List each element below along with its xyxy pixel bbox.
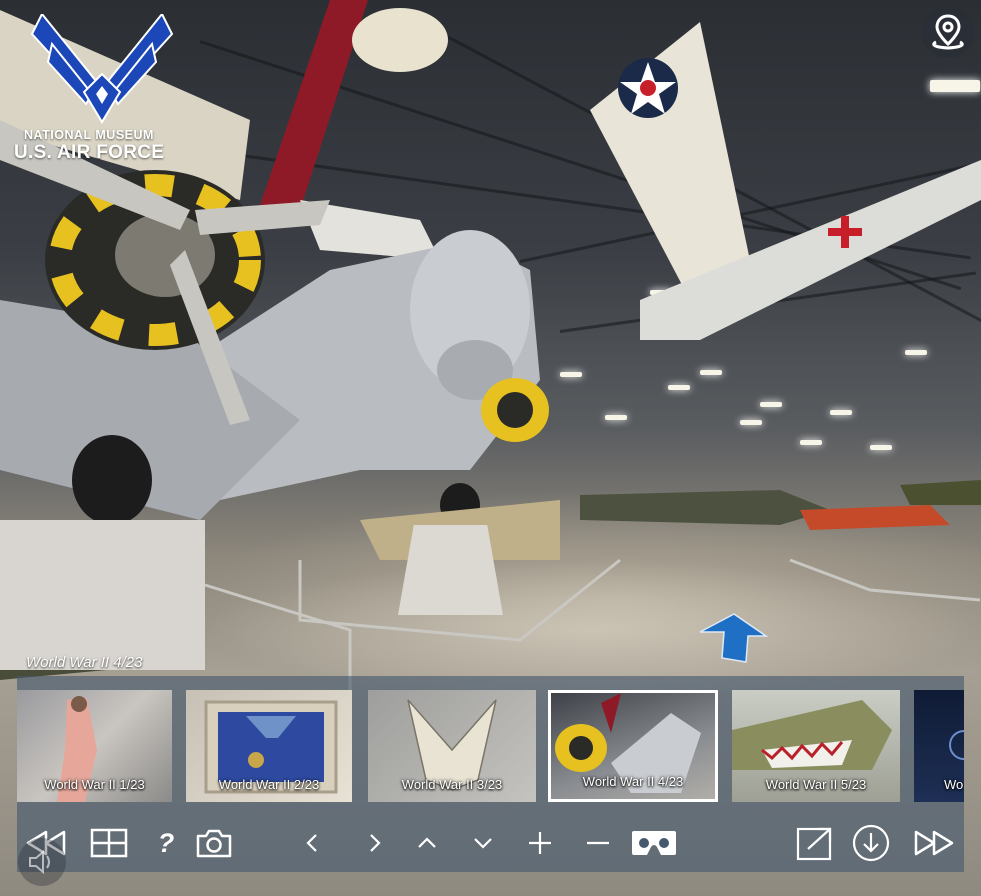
chevron-right-icon: [370, 834, 381, 852]
help-button[interactable]: ?: [149, 826, 183, 860]
vr-headset-icon: [632, 831, 676, 855]
logo-text-us-air-force: U.S. AIR FORCE: [14, 142, 165, 163]
red-cross-v: [841, 216, 849, 248]
camera-icon: [196, 829, 232, 858]
red-aircraft-fuselage: [255, 0, 368, 220]
minus-icon: [587, 841, 609, 845]
map-pin-icon: [932, 14, 964, 50]
thumbnail-scene-1[interactable]: World War II 1/23: [17, 690, 172, 802]
roundel-center: [640, 80, 656, 96]
double-right-arrow-icon: [914, 830, 954, 856]
army-plane-wing: [590, 22, 752, 300]
navigation-hotspot-arrow[interactable]: [696, 612, 769, 664]
landing-wheel: [72, 435, 152, 525]
thumbnail-scene-5[interactable]: World War II 5/23: [732, 690, 900, 802]
air-force-wings-icon: [30, 12, 174, 124]
current-scene-title: World War II 4/23: [26, 654, 143, 671]
pan-down-button[interactable]: [469, 826, 497, 860]
thumbnail-label: World War II 2/23: [218, 777, 320, 792]
sound-button[interactable]: [18, 838, 66, 886]
second-engine-hub: [497, 392, 533, 428]
pan-right-button[interactable]: [362, 826, 388, 860]
fullscreen-button[interactable]: [795, 826, 835, 861]
help-label: ?: [157, 827, 175, 858]
thumbnail-label: World War II 4/23: [582, 774, 684, 789]
pan-up-button[interactable]: [413, 826, 441, 860]
arrow-down-circle-icon: [852, 824, 890, 862]
speaker-icon: [29, 849, 50, 875]
vr-mode-button[interactable]: [629, 826, 679, 860]
display-wall: [0, 520, 205, 670]
logo-text-national-museum: NATIONAL MUSEUM: [24, 128, 154, 142]
thumbnail-strip[interactable]: World War II 1/23 World War II 2/23 Worl…: [17, 676, 964, 812]
download-button[interactable]: [851, 824, 891, 862]
control-bar: ?: [17, 812, 964, 872]
thumbnails-toggle-button[interactable]: [89, 826, 129, 860]
thumbnail-scene-6[interactable]: Wo: [914, 690, 964, 802]
thumbnail-scene-2[interactable]: World War II 2/23: [186, 690, 352, 802]
chevron-up-icon: [418, 837, 436, 848]
thumbnail-label: World War II 3/23: [401, 777, 503, 792]
plus-icon: [529, 832, 551, 854]
chevron-down-icon: [474, 838, 492, 849]
fullscreen-icon: [796, 827, 832, 861]
chevron-left-icon: [306, 834, 317, 852]
map-button[interactable]: [922, 6, 974, 58]
pan-left-button[interactable]: [299, 826, 325, 860]
thumbnail-label: World War II 1/23: [44, 777, 145, 792]
snapshot-button[interactable]: [193, 826, 235, 860]
red-aircraft-wing: [352, 8, 448, 72]
display-pedestal: [398, 525, 503, 615]
zoom-in-button[interactable]: [525, 826, 555, 860]
thumbnail-label: World War II 5/23: [765, 777, 867, 792]
thumbnail-scene-3[interactable]: World War II 3/23: [368, 690, 536, 802]
thumbnail-scene-4[interactable]: World War II 4/23: [548, 690, 718, 802]
background-aircraft: [580, 490, 830, 525]
thumbnail-label: Wo: [944, 777, 964, 792]
zoom-out-button[interactable]: [583, 826, 613, 860]
fast-forward-button[interactable]: [911, 826, 957, 860]
background-aircraft: [900, 480, 981, 505]
arrow-up-icon: [699, 613, 769, 663]
railing: [789, 558, 981, 602]
grid-icon: [90, 828, 128, 858]
